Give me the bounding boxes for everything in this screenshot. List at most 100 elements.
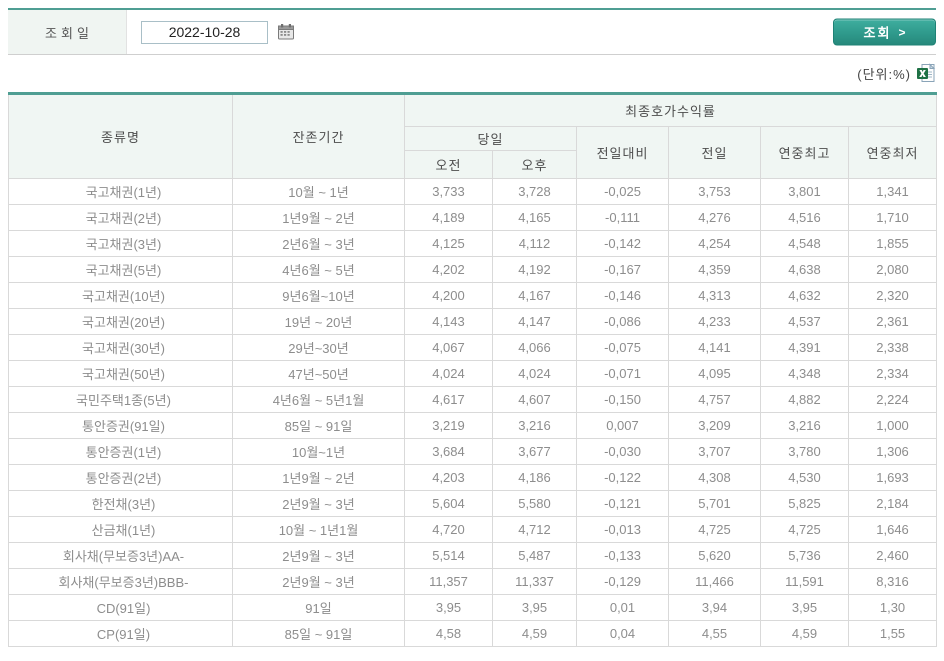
year-low-cell: 1,55 — [847, 620, 938, 647]
year-low-cell: 1,306 — [847, 438, 938, 465]
am-yield-cell: 3,95 — [404, 594, 493, 621]
bond-name-cell: 회사채(무보증3년)BBB- — [8, 568, 233, 595]
col-header-yield-group: 최종호가수익률 — [403, 93, 938, 127]
am-yield-cell: 4,189 — [404, 204, 493, 231]
change-cell: -0,013 — [576, 516, 669, 543]
change-cell: -0,142 — [576, 230, 669, 257]
year-high-cell: 4,548 — [760, 230, 849, 257]
year-low-cell: 1,000 — [847, 412, 938, 439]
bond-name-cell: 산금채(1년) — [8, 516, 233, 543]
am-yield-cell: 4,617 — [404, 386, 493, 413]
change-cell: -0,150 — [576, 386, 669, 413]
pm-yield-cell: 3,95 — [492, 594, 577, 621]
pm-yield-cell: 4,024 — [492, 360, 577, 387]
search-filter-bar: 조회일 조회 > — [8, 8, 936, 55]
period-cell: 2년9월 ~ 3년 — [232, 568, 405, 595]
am-yield-cell: 4,067 — [404, 334, 493, 361]
table-row: 국고채권(2년) 1년9월 ~ 2년 4,189 4,165 -0,111 4,276 4,… — [8, 204, 938, 231]
bond-name-cell: 국고채권(30년) — [8, 334, 233, 361]
period-cell: 29년~30년 — [232, 334, 405, 361]
year-high-cell: 3,95 — [760, 594, 849, 621]
pm-yield-cell: 4,186 — [492, 464, 577, 491]
period-cell: 91일 — [232, 594, 405, 621]
am-yield-cell: 4,125 — [404, 230, 493, 257]
chevron-right-icon: > — [898, 25, 906, 39]
period-cell: 85일 ~ 91일 — [232, 412, 405, 439]
pm-yield-cell: 4,192 — [492, 256, 577, 283]
prev-day-cell: 4,141 — [668, 334, 761, 361]
col-header-pm: 오후 — [492, 150, 577, 179]
pm-yield-cell: 4,147 — [492, 308, 577, 335]
am-yield-cell: 4,720 — [404, 516, 493, 543]
change-cell: -0,146 — [576, 282, 669, 309]
am-yield-cell: 3,219 — [404, 412, 493, 439]
col-header-name: 종류명 — [8, 93, 233, 179]
unit-row: (단위:%) — [857, 63, 936, 83]
table-row: 회사채(무보증3년)AA- 2년9월 ~ 3년 5,514 5,487 -0,133 5,… — [8, 542, 938, 569]
period-cell: 4년6월 ~ 5년 — [232, 256, 405, 283]
prev-day-cell: 4,725 — [668, 516, 761, 543]
bond-name-cell: CP(91일) — [8, 620, 233, 647]
table-row: 산금채(1년) 10월 ~ 1년1월 4,720 4,712 -0,013 4,725 4,… — [8, 516, 938, 543]
prev-day-cell: 4,55 — [668, 620, 761, 647]
am-yield-cell: 3,733 — [404, 178, 493, 205]
date-field-area: 조회 > — [127, 10, 936, 54]
year-low-cell: 2,338 — [847, 334, 938, 361]
am-yield-cell: 5,514 — [404, 542, 493, 569]
prev-day-cell: 5,701 — [668, 490, 761, 517]
pm-yield-cell: 4,712 — [492, 516, 577, 543]
bond-name-cell: 국고채권(1년) — [8, 178, 233, 205]
bond-name-cell: 국고채권(5년) — [8, 256, 233, 283]
year-low-cell: 2,320 — [847, 282, 938, 309]
table-row: 한전채(3년) 2년9월 ~ 3년 5,604 5,580 -0,121 5,701 5,8… — [8, 490, 938, 517]
change-cell: -0,071 — [576, 360, 669, 387]
year-low-cell: 1,646 — [847, 516, 938, 543]
year-low-cell: 2,224 — [847, 386, 938, 413]
change-cell: -0,122 — [576, 464, 669, 491]
calendar-icon[interactable] — [277, 23, 295, 41]
prev-day-cell: 3,753 — [668, 178, 761, 205]
am-yield-cell: 4,143 — [404, 308, 493, 335]
year-low-cell: 1,855 — [847, 230, 938, 257]
bond-name-cell: 국고채권(50년) — [8, 360, 233, 387]
table-row: CD(91일) 91일 3,95 3,95 0,01 3,94 3,95 1,30 — [8, 594, 938, 621]
bond-name-cell: 국고채권(2년) — [8, 204, 233, 231]
table-row: 국고채권(5년) 4년6월 ~ 5년 4,202 4,192 -0,167 4,359 4,… — [8, 256, 938, 283]
year-high-cell: 3,801 — [760, 178, 849, 205]
table-row: 국고채권(50년) 47년~50년 4,024 4,024 -0,071 4,095 4,3… — [8, 360, 938, 387]
bond-name-cell: 국고채권(3년) — [8, 230, 233, 257]
pm-yield-cell: 3,677 — [492, 438, 577, 465]
bond-name-cell: 국고채권(20년) — [8, 308, 233, 335]
bond-name-cell: 통안증권(2년) — [8, 464, 233, 491]
date-input[interactable] — [141, 20, 268, 44]
table-row: 통안증권(2년) 1년9월 ~ 2년 4,203 4,186 -0,122 4,308 4,… — [8, 464, 938, 491]
am-yield-cell: 4,202 — [404, 256, 493, 283]
year-high-cell: 4,391 — [760, 334, 849, 361]
pm-yield-cell: 5,487 — [492, 542, 577, 569]
year-high-cell: 5,736 — [760, 542, 849, 569]
bond-name-cell: 국민주택1종(5년) — [8, 386, 233, 413]
search-button[interactable]: 조회 > — [833, 18, 936, 46]
prev-day-cell: 4,276 — [668, 204, 761, 231]
year-high-cell: 4,348 — [760, 360, 849, 387]
bond-yield-page: 조회일 조회 > (단위:%) — [0, 0, 944, 661]
change-cell: -0,121 — [576, 490, 669, 517]
pm-yield-cell: 5,580 — [492, 490, 577, 517]
year-high-cell: 11,591 — [760, 568, 849, 595]
excel-download-icon[interactable] — [916, 63, 936, 83]
am-yield-cell: 3,684 — [404, 438, 493, 465]
prev-day-cell: 4,308 — [668, 464, 761, 491]
year-high-cell: 4,882 — [760, 386, 849, 413]
year-low-cell: 1,710 — [847, 204, 938, 231]
year-high-cell: 4,530 — [760, 464, 849, 491]
period-cell: 1년9월 ~ 2년 — [232, 464, 405, 491]
pm-yield-cell: 4,165 — [492, 204, 577, 231]
am-yield-cell: 4,200 — [404, 282, 493, 309]
period-cell: 10월 ~ 1년 — [232, 178, 405, 205]
period-cell: 19년 ~ 20년 — [232, 308, 405, 335]
prev-day-cell: 3,707 — [668, 438, 761, 465]
prev-day-cell: 4,254 — [668, 230, 761, 257]
year-high-cell: 4,516 — [760, 204, 849, 231]
prev-day-cell: 4,359 — [668, 256, 761, 283]
period-cell: 85일 ~ 91일 — [232, 620, 405, 647]
